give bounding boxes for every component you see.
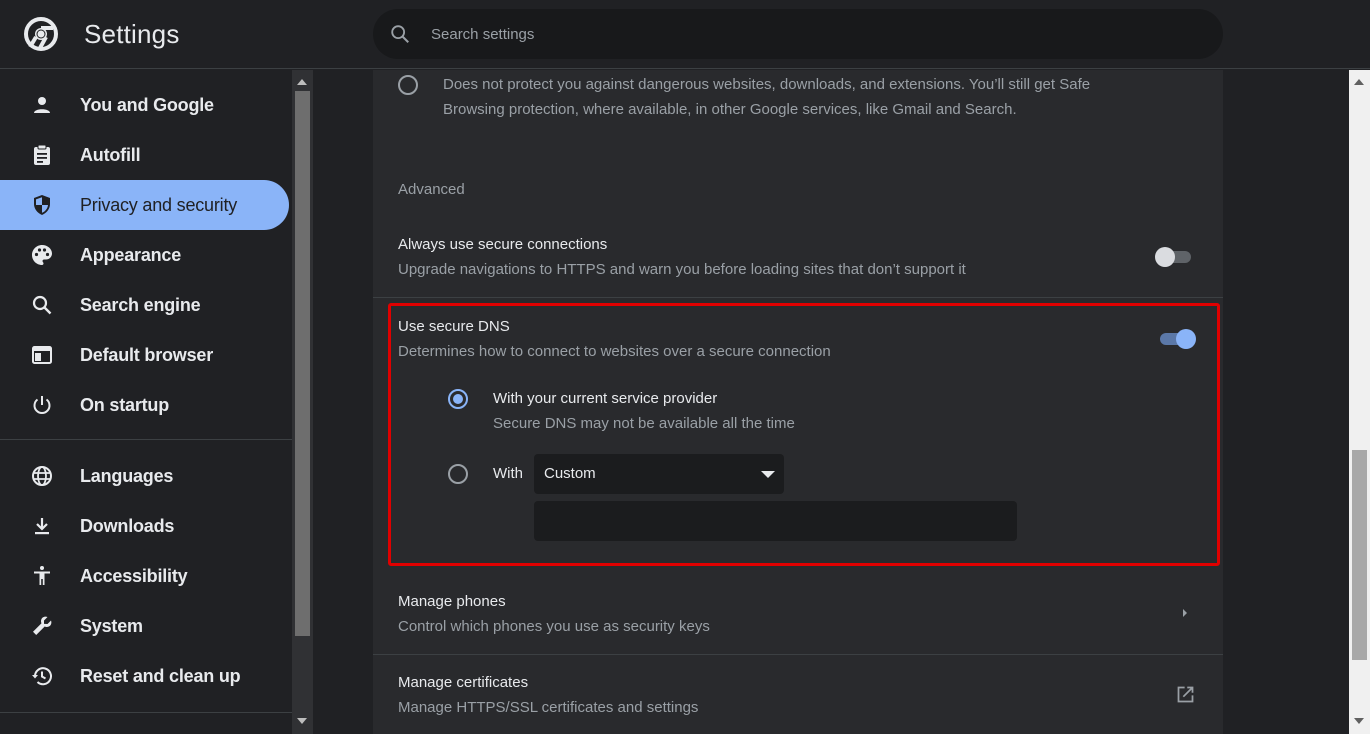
chrome-logo-icon	[24, 17, 58, 51]
manage-certificates-row[interactable]	[373, 655, 1223, 734]
top-bar: Settings	[0, 0, 1370, 69]
sidebar-item-downloads[interactable]: Downloads	[0, 501, 289, 551]
wrench-icon	[33, 616, 52, 635]
sidebar-item-label: Privacy and security	[80, 194, 238, 215]
no-protection-radio[interactable]	[398, 75, 418, 95]
sidebar-divider	[0, 712, 292, 713]
accessibility-icon	[34, 566, 50, 585]
manage-phones-desc: Control which phones you use as security…	[398, 618, 710, 635]
sidebar-item-appearance[interactable]: Appearance	[0, 230, 289, 280]
manage-phones-row[interactable]	[373, 574, 1223, 654]
highlight-annotation-box	[388, 303, 1220, 566]
shield-icon	[34, 195, 50, 215]
sidebar-item-label: Search engine	[80, 294, 201, 315]
scroll-up-arrow-icon[interactable]	[1354, 79, 1364, 85]
sidebar-item-privacy-and-security[interactable]: Privacy and security	[0, 180, 289, 230]
sidebar-item-system[interactable]: System	[0, 601, 289, 651]
sidebar-item-on-startup[interactable]: On startup	[0, 380, 289, 430]
chevron-right-icon	[1183, 609, 1187, 617]
sidebar-item-label: System	[80, 615, 143, 636]
page-scrollbar[interactable]	[1349, 70, 1370, 734]
sidebar-item-search-engine[interactable]: Search engine	[0, 280, 289, 330]
scroll-down-arrow-icon[interactable]	[297, 718, 307, 724]
search-icon	[32, 295, 52, 315]
palette-icon	[32, 245, 52, 265]
https-only-toggle[interactable]	[1155, 245, 1193, 269]
advanced-heading: Advanced	[398, 181, 465, 198]
download-icon	[35, 518, 49, 535]
row-divider	[373, 297, 1223, 298]
sidebar-divider	[0, 439, 292, 440]
sidebar-item-accessibility[interactable]: Accessibility	[0, 551, 289, 601]
restore-icon	[32, 667, 52, 686]
sidebar: You and Google Autofill Privacy and secu…	[0, 70, 292, 734]
sidebar-item-autofill[interactable]: Autofill	[0, 130, 289, 180]
sidebar-item-label: Autofill	[80, 144, 141, 165]
scrollbar-thumb[interactable]	[295, 91, 310, 636]
scrollbar-thumb[interactable]	[1352, 450, 1367, 660]
sidebar-item-label: Accessibility	[80, 565, 188, 586]
sidebar-item-label: You and Google	[80, 94, 214, 115]
no-protection-desc-line2: Browsing protection, where available, in…	[443, 101, 1017, 118]
sidebar-item-label: Reset and clean up	[80, 665, 241, 686]
open-in-new-icon[interactable]	[1175, 684, 1196, 705]
sidebar-item-default-browser[interactable]: Default browser	[0, 330, 289, 380]
scroll-down-arrow-icon[interactable]	[1354, 718, 1364, 724]
clipboard-icon	[34, 144, 50, 165]
manage-certificates-desc: Manage HTTPS/SSL certificates and settin…	[398, 699, 699, 716]
sidebar-item-reset-and-clean-up[interactable]: Reset and clean up	[0, 651, 289, 701]
scroll-up-arrow-icon[interactable]	[297, 79, 307, 85]
no-protection-desc-line1: Does not protect you against dangerous w…	[443, 76, 1091, 93]
power-icon	[33, 396, 51, 414]
manage-certificates-title: Manage certificates	[398, 674, 529, 691]
person-icon	[34, 97, 50, 113]
https-only-title: Always use secure connections	[398, 236, 608, 253]
https-only-desc: Upgrade navigations to HTTPS and warn yo…	[398, 261, 966, 278]
sidebar-item-you-and-google[interactable]: You and Google	[0, 80, 289, 130]
sidebar-item-label: Downloads	[80, 515, 175, 536]
manage-phones-title: Manage phones	[398, 593, 506, 610]
sidebar-item-languages[interactable]: Languages	[0, 451, 289, 501]
sidebar-item-label: Languages	[80, 465, 174, 486]
search-input[interactable]	[431, 9, 1191, 59]
sidebar-item-label: On startup	[80, 394, 170, 415]
page-title: Settings	[84, 19, 180, 49]
sidebar-scrollbar[interactable]	[292, 70, 313, 734]
search-icon	[391, 25, 409, 43]
globe-icon	[32, 466, 52, 486]
search-box[interactable]	[373, 9, 1223, 59]
sidebar-item-label: Appearance	[80, 244, 182, 265]
sidebar-item-label: Default browser	[80, 344, 214, 365]
browser-window-icon	[32, 346, 52, 364]
